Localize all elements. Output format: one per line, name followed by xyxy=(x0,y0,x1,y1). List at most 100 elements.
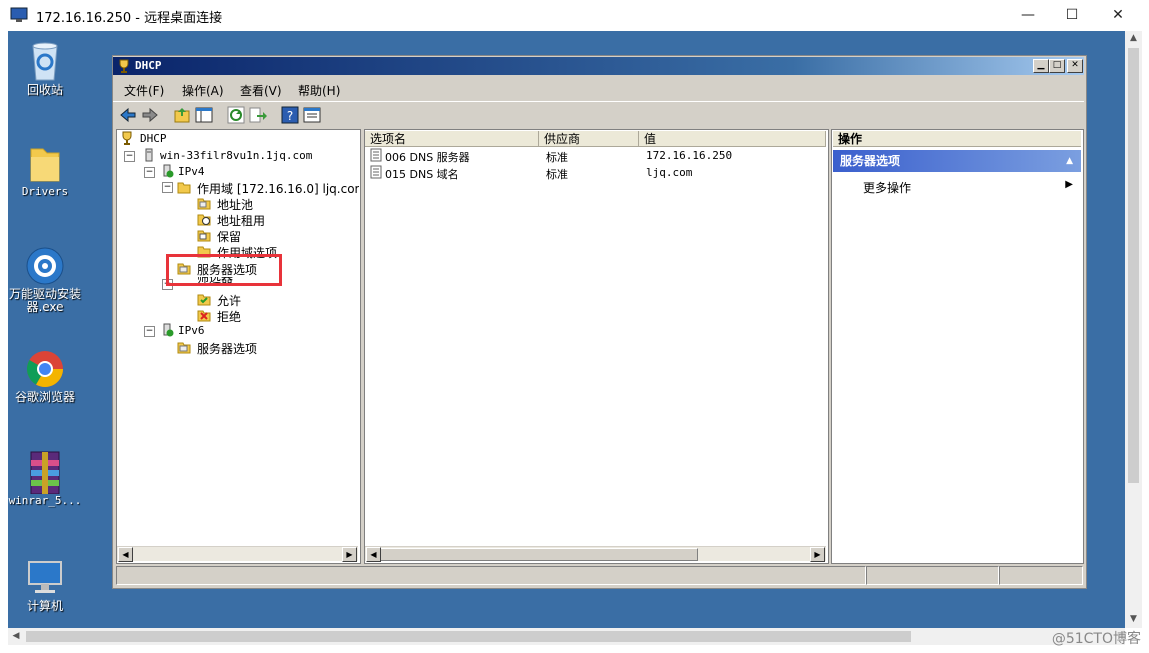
actions-section-server-options[interactable]: 服务器选项 ▲ xyxy=(833,150,1081,172)
tree-scope-node[interactable]: 作用域 [172.16.16.0] ljq.com xyxy=(197,180,359,197)
option-icon xyxy=(370,165,382,179)
computer-icon xyxy=(28,561,62,593)
tree-horizontal-scrollbar[interactable] xyxy=(117,546,358,561)
tree-ipv6-server-options[interactable]: 服务器选项 xyxy=(197,340,257,357)
svg-text:?: ? xyxy=(287,109,293,123)
column-header-option-name[interactable]: 选项名 xyxy=(365,131,539,147)
folder-icon xyxy=(30,148,60,182)
server-icon xyxy=(145,148,153,162)
vendor-cell: 标准 xyxy=(546,151,568,164)
dhcp-maximize-button[interactable]: □ xyxy=(1049,59,1065,73)
forward-arrow-icon[interactable] xyxy=(141,106,159,124)
menu-bar: 文件(F) 操作(A) 查看(V) 帮助(H) xyxy=(113,77,1084,99)
scroll-left-arrow-icon[interactable]: ◀ xyxy=(10,631,22,641)
dhcp-trophy-icon xyxy=(119,59,129,73)
refresh-icon[interactable] xyxy=(227,106,245,124)
address-leases-icon xyxy=(197,214,211,226)
tree-ipv4-node[interactable]: IPv4 xyxy=(178,165,205,178)
ipv6-icon xyxy=(163,323,174,337)
desktop-icon-label: 万能驱动安装器.exe xyxy=(8,287,81,314)
folder-icon xyxy=(177,182,191,194)
back-arrow-icon[interactable] xyxy=(119,106,137,124)
results-list-panel xyxy=(364,129,829,564)
menu-action[interactable]: 操作(A) xyxy=(182,82,224,99)
tree-allow[interactable]: 允许 xyxy=(217,292,241,309)
show-hide-tree-icon[interactable] xyxy=(195,106,213,124)
scroll-right-arrow-icon[interactable]: ▶ xyxy=(810,547,825,562)
gear-icon xyxy=(26,247,64,285)
close-button[interactable]: ✕ xyxy=(1106,4,1130,26)
reservations-icon xyxy=(197,230,211,242)
desktop-icon-chrome[interactable]: 谷歌浏览器 xyxy=(5,347,85,404)
menu-help[interactable]: 帮助(H) xyxy=(298,82,340,99)
collapse-toggle[interactable]: − xyxy=(144,326,155,337)
scroll-left-arrow-icon[interactable]: ◀ xyxy=(366,547,381,562)
highlight-box xyxy=(166,254,282,286)
list-scroll-thumb[interactable] xyxy=(380,548,698,561)
desktop-icon-driver-installer[interactable]: 万能驱动安装器.exe xyxy=(5,244,85,314)
desktop-icon-winrar[interactable]: winrar_5... xyxy=(5,450,85,507)
more-actions-item[interactable]: 更多操作 ▶ xyxy=(863,179,1073,195)
dhcp-title-bar: DHCP ▁ □ ✕ xyxy=(113,57,1084,75)
tree-root-dhcp[interactable]: DHCP xyxy=(140,132,167,145)
desktop-icon-drivers[interactable]: Drivers xyxy=(5,141,85,198)
export-list-icon[interactable] xyxy=(249,106,267,124)
horizontal-scroll-thumb[interactable] xyxy=(26,631,911,642)
tree-reservations[interactable]: 保留 xyxy=(217,228,241,245)
desktop-icon-label: 谷歌浏览器 xyxy=(14,390,75,404)
ipv4-icon xyxy=(163,164,174,178)
properties-icon[interactable] xyxy=(303,106,321,124)
option-name-cell: 015 DNS 域名 xyxy=(385,168,459,181)
collapse-toggle[interactable]: − xyxy=(124,151,135,162)
menu-view[interactable]: 查看(V) xyxy=(240,82,282,99)
maximize-button[interactable]: ☐ xyxy=(1060,4,1084,26)
winrar-icon xyxy=(30,451,60,494)
status-bar-pane xyxy=(116,566,866,585)
tree-server-node[interactable]: win-33filr8vu1n.1jq.com xyxy=(160,149,312,162)
tree-ipv6-node[interactable]: IPv6 xyxy=(178,324,205,337)
desktop-icon-label: winrar_5... xyxy=(8,494,82,507)
scroll-up-arrow-icon[interactable]: ▲ xyxy=(1125,33,1142,43)
toolbar: ? xyxy=(113,101,1084,128)
desktop-icon-label: Drivers xyxy=(21,185,69,198)
scroll-left-arrow-icon[interactable]: ◀ xyxy=(118,547,133,562)
dhcp-minimize-button[interactable]: ▁ xyxy=(1033,59,1049,73)
help-icon[interactable]: ? xyxy=(281,106,299,124)
server-options-icon xyxy=(177,342,191,354)
column-header-vendor[interactable]: 供应商 xyxy=(539,131,639,147)
desktop-icon-computer[interactable]: 计算机 xyxy=(5,556,85,613)
more-actions-label: 更多操作 xyxy=(863,181,912,195)
allow-filter-icon xyxy=(197,294,211,306)
actions-header: 操作 xyxy=(833,131,1081,147)
tree-address-leases[interactable]: 地址租用 xyxy=(217,212,265,229)
desktop-icon-recycle-bin[interactable]: 回收站 xyxy=(5,40,85,97)
watermark: @51CTO博客 xyxy=(1051,631,1141,647)
up-folder-icon[interactable] xyxy=(173,106,191,124)
vendor-cell: 标准 xyxy=(546,168,568,181)
dhcp-window-title: DHCP xyxy=(135,59,162,72)
collapse-toggle[interactable]: − xyxy=(162,182,173,193)
dhcp-trophy-icon xyxy=(122,131,132,145)
collapse-toggle[interactable]: − xyxy=(144,167,155,178)
vertical-scroll-thumb[interactable] xyxy=(1128,48,1139,483)
menu-file[interactable]: 文件(F) xyxy=(124,82,164,99)
column-header-value[interactable]: 值 xyxy=(639,131,826,147)
value-cell: ljq.com xyxy=(646,166,693,179)
scroll-down-arrow-icon[interactable]: ▼ xyxy=(1125,614,1142,624)
rdp-title-bar: 172.16.16.250 - 远程桌面连接 — ☐ ✕ xyxy=(0,0,1149,31)
address-pool-icon xyxy=(197,198,211,210)
scroll-right-arrow-icon[interactable]: ▶ xyxy=(342,547,357,562)
dhcp-close-button[interactable]: ✕ xyxy=(1067,59,1083,73)
remote-desktop-icon xyxy=(10,7,28,22)
tree-address-pool[interactable]: 地址池 xyxy=(217,196,253,213)
chrome-icon xyxy=(26,351,64,388)
minimize-button[interactable]: — xyxy=(1016,4,1040,26)
submenu-arrow-icon: ▶ xyxy=(1065,179,1073,190)
desktop-icon-label: 计算机 xyxy=(26,599,63,613)
desktop-icon-label: 回收站 xyxy=(26,83,63,97)
deny-filter-icon xyxy=(197,310,211,322)
option-icon xyxy=(370,148,382,162)
tree-deny[interactable]: 拒绝 xyxy=(217,308,241,325)
status-bar-pane xyxy=(999,566,1083,585)
collapse-up-icon[interactable]: ▲ xyxy=(1066,150,1073,172)
